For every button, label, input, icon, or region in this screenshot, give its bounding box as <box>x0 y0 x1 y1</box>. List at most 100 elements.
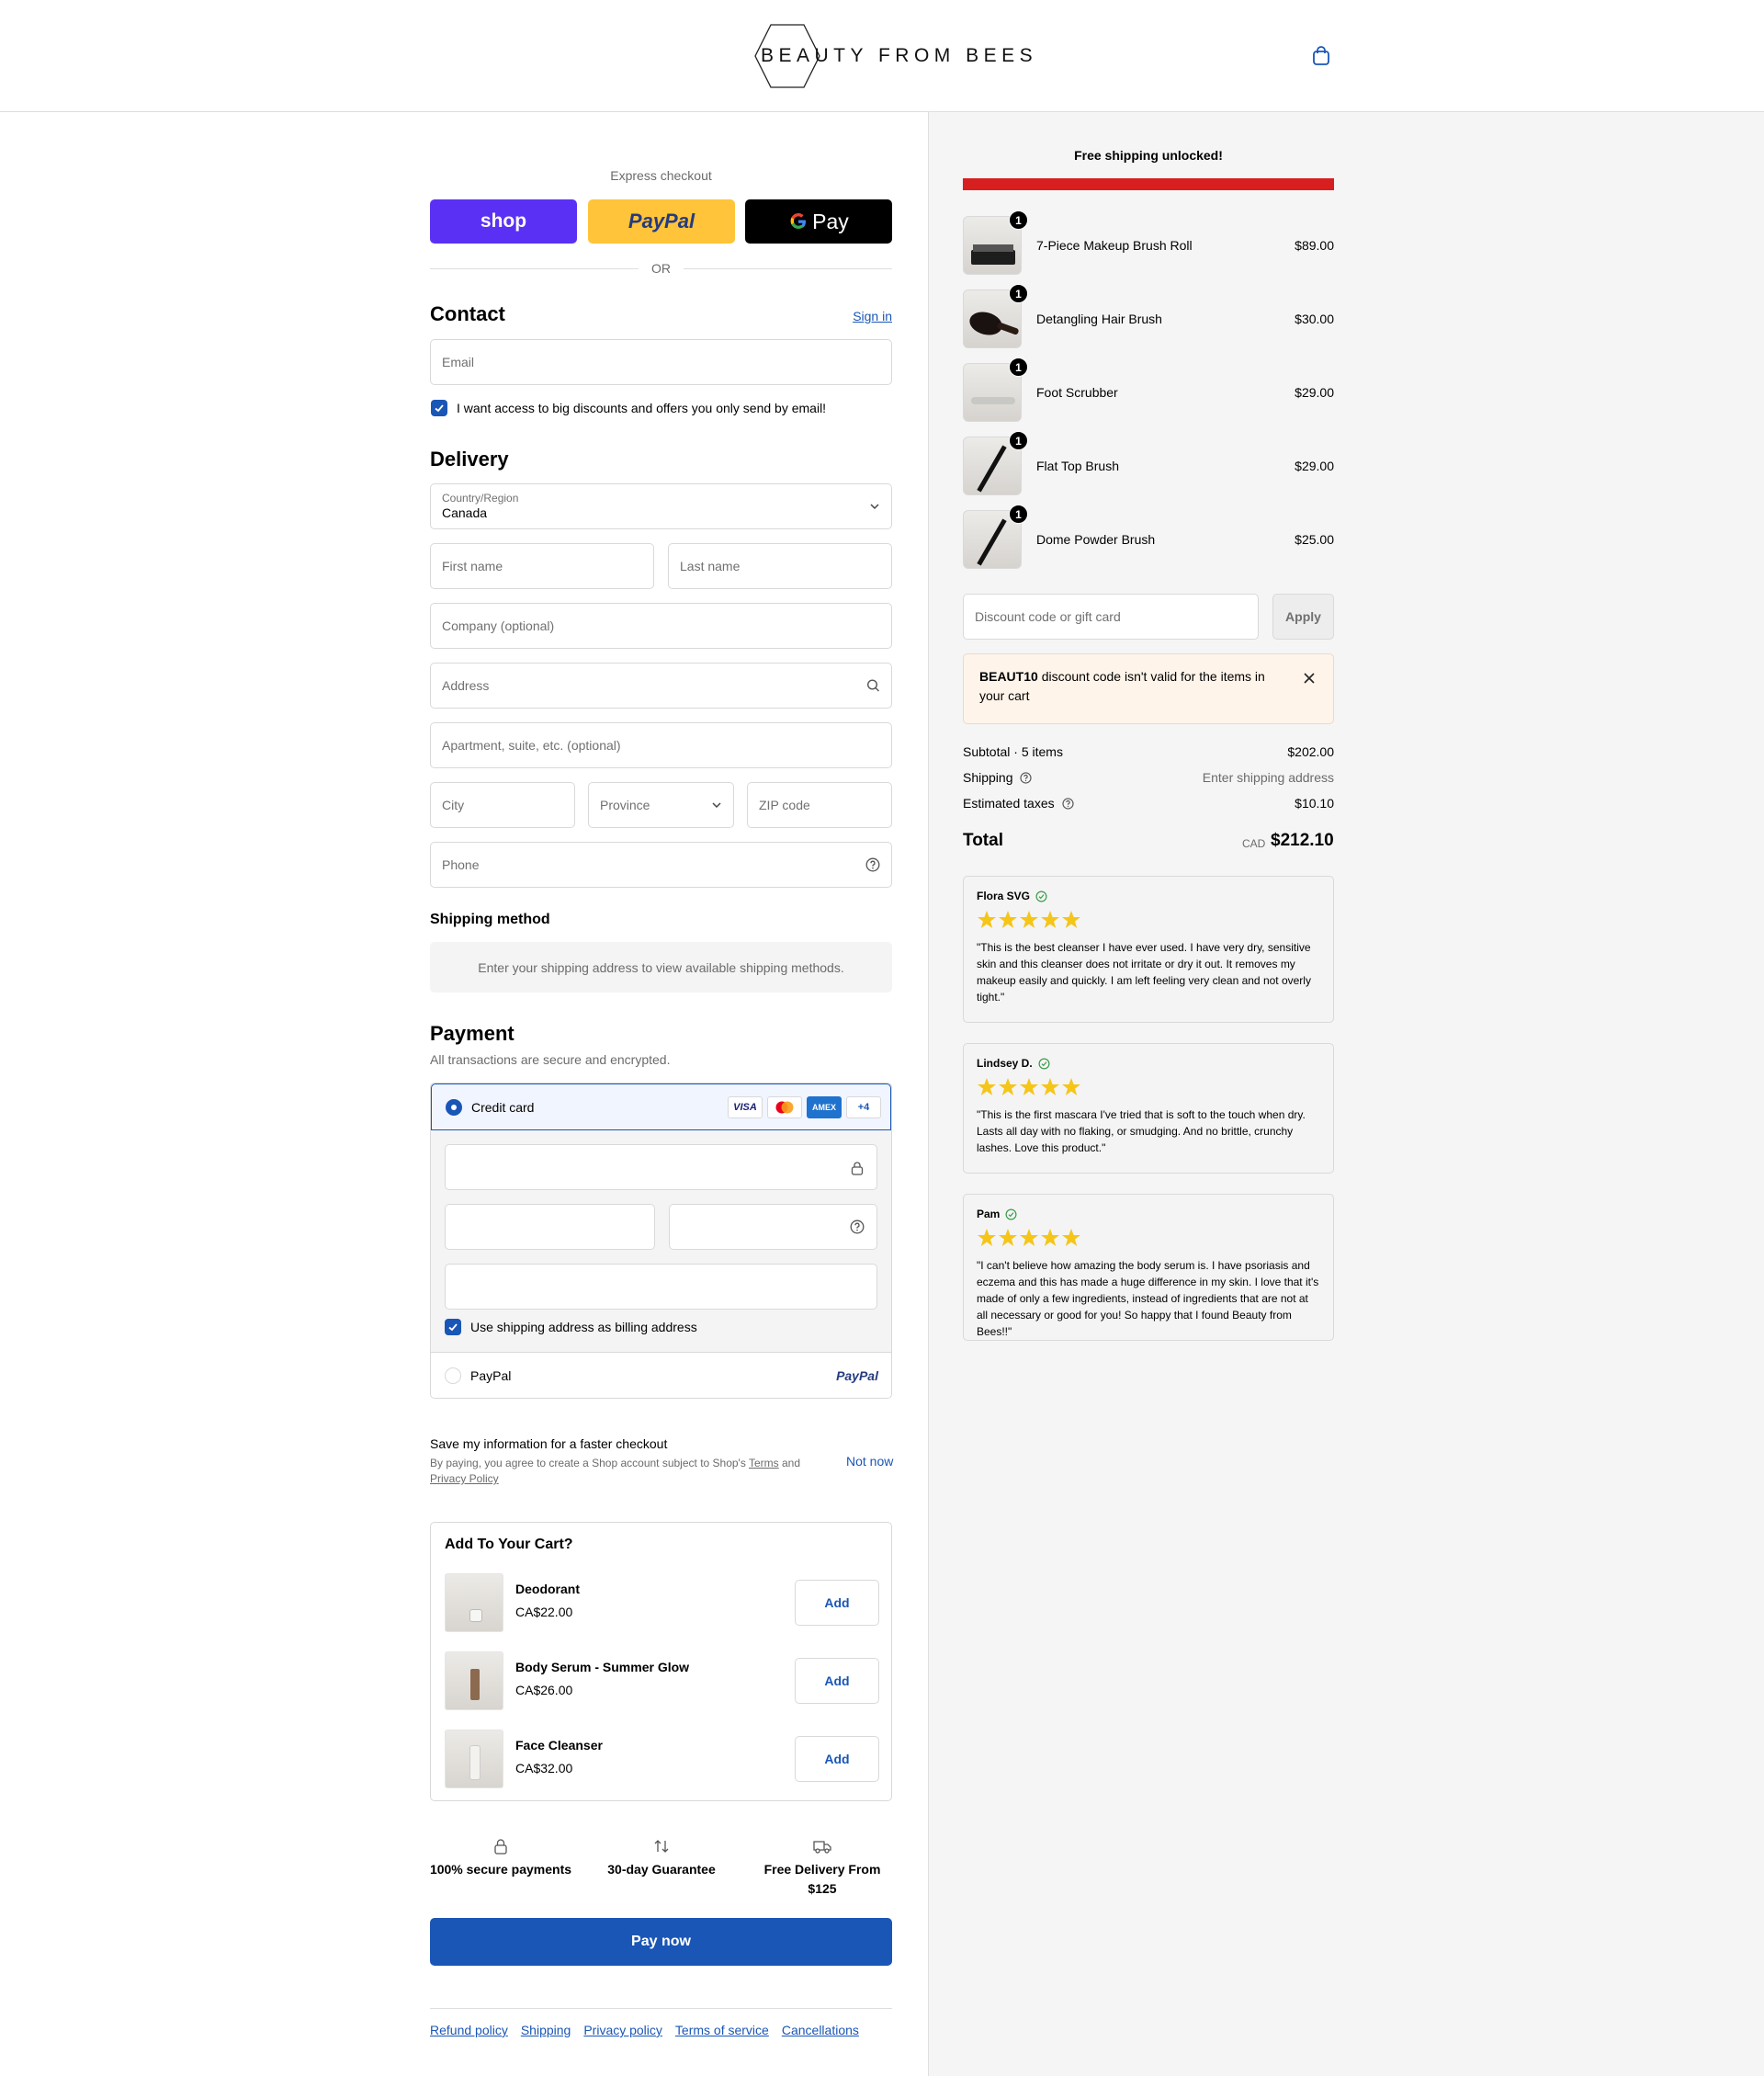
province-select[interactable]: Province <box>588 782 734 828</box>
reviewer: Lindsey D. <box>977 1057 1320 1070</box>
footer-links: Refund policy Shipping Privacy policy Te… <box>430 2023 859 2037</box>
trust-badge: 100% secure payments <box>427 1838 574 1879</box>
sign-in-link[interactable]: Sign in <box>853 309 892 323</box>
apply-discount-button[interactable]: Apply <box>1272 594 1334 640</box>
trust-badge: 30-day Guarantee <box>588 1838 735 1879</box>
face-cleanser-image <box>445 1730 503 1788</box>
verified-check-icon <box>1005 1208 1017 1220</box>
billing-address-checkbox[interactable] <box>445 1319 461 1335</box>
company-field[interactable]: Company (optional) <box>430 603 892 649</box>
phone-field[interactable]: Phone <box>430 842 892 888</box>
paypal-label: PayPal <box>628 210 695 233</box>
five-stars-icon <box>978 1229 1080 1246</box>
paypal-radio[interactable] <box>445 1367 461 1384</box>
apartment-field[interactable]: Apartment, suite, etc. (optional) <box>430 722 892 768</box>
help-circle-icon[interactable] <box>1020 772 1032 784</box>
save-info-sub-text: By paying, you agree to create a Shop ac… <box>430 1457 746 1469</box>
discount-placeholder: Discount code or gift card <box>975 609 1121 624</box>
add-face-cleanser-button[interactable]: Add <box>795 1736 879 1782</box>
line-item: 1 Dome Powder Brush $25.00 <box>963 505 1334 569</box>
upsell-item-name: Body Serum - Summer Glow <box>515 1660 690 1674</box>
quantity-badge: 1 <box>1009 284 1028 303</box>
google-pay-button[interactable]: Pay <box>745 199 892 244</box>
google-pay-label: Pay <box>812 209 849 233</box>
or-divider: OR <box>430 259 892 278</box>
cancellations-link[interactable]: Cancellations <box>782 2023 859 2037</box>
marketing-label: I want access to big discounts and offer… <box>457 401 827 415</box>
checkmark-icon <box>435 404 444 413</box>
first-name-field[interactable]: First name <box>430 543 654 589</box>
name-on-card-field[interactable] <box>445 1264 877 1310</box>
paypal-logo-icon: PayPal <box>836 1368 878 1383</box>
shipping-label: Shipping <box>963 770 1013 785</box>
address-field[interactable]: Address <box>430 663 892 709</box>
review-card: Flora SVG "This is the best cleanser I h… <box>963 876 1334 1023</box>
mastercard-icon <box>767 1096 802 1118</box>
shipping-method-text: Enter your shipping address to view avai… <box>478 959 844 975</box>
upsell-item-name: Face Cleanser <box>515 1738 603 1753</box>
upsell-item-price: CA$26.00 <box>515 1683 573 1697</box>
shipping-label-group: Shipping <box>963 770 1032 785</box>
review-text: "This is the first mascara I've tried th… <box>977 1108 1306 1154</box>
city-placeholder: City <box>442 798 465 812</box>
card-number-field[interactable] <box>445 1144 877 1190</box>
subtotal-value: $202.00 <box>1287 744 1334 759</box>
add-deodorant-button[interactable]: Add <box>795 1580 879 1626</box>
upsell-panel: Add To Your Cart? Deodorant CA$22.00 Add… <box>430 1522 892 1801</box>
save-info-terms: By paying, you agree to create a Shop ac… <box>430 1456 825 1487</box>
not-now-button[interactable]: Not now <box>846 1454 893 1469</box>
upsell-item-name: Deodorant <box>515 1582 580 1596</box>
credit-card-option[interactable]: Credit card VISA AMEX +4 <box>431 1083 891 1130</box>
item-price: $89.00 <box>1295 238 1334 253</box>
upsell-title: Add To Your Cart? <box>445 1537 573 1552</box>
shopping-bag-icon[interactable] <box>1310 45 1332 67</box>
add-body-serum-button[interactable]: Add <box>795 1658 879 1704</box>
terms-of-service-link[interactable]: Terms of service <box>675 2023 769 2037</box>
upsell-item-price: CA$32.00 <box>515 1761 573 1775</box>
line-item: 1 Detangling Hair Brush $30.00 <box>963 284 1334 348</box>
first-name-placeholder: First name <box>442 559 503 573</box>
apartment-placeholder: Apartment, suite, etc. (optional) <box>442 738 621 753</box>
shop-pay-button[interactable]: shop <box>430 199 577 244</box>
paypal-option[interactable]: PayPal PayPal <box>431 1352 891 1398</box>
pay-now-button[interactable]: Pay now <box>430 1918 892 1966</box>
brand-name: BEAUTY FROM BEES <box>761 45 1038 66</box>
taxes-label-group: Estimated taxes <box>963 796 1074 811</box>
credit-card-radio[interactable] <box>446 1098 462 1116</box>
privacy-policy-link[interactable]: Privacy policy <box>583 2023 662 2037</box>
help-circle-icon[interactable] <box>865 857 880 872</box>
google-g-icon <box>790 213 807 229</box>
email-field[interactable]: Email <box>430 339 892 385</box>
company-placeholder: Company (optional) <box>442 618 555 633</box>
trust-label: 30-day Guarantee <box>607 1862 716 1877</box>
shop-privacy-link[interactable]: Privacy Policy <box>430 1472 499 1485</box>
paypal-express-button[interactable]: PayPal <box>588 199 735 244</box>
discount-error-alert: BEAUT10 discount code isn't valid for th… <box>963 653 1334 724</box>
brand-logo[interactable]: BEAUTY FROM BEES <box>753 23 1037 89</box>
zip-field[interactable]: ZIP code <box>747 782 892 828</box>
last-name-field[interactable]: Last name <box>668 543 892 589</box>
star-rating <box>977 1077 1320 1097</box>
reviewer-name: Lindsey D. <box>977 1057 1033 1070</box>
shop-terms-link[interactable]: Terms <box>749 1457 779 1469</box>
shipping-link[interactable]: Shipping <box>521 2023 571 2037</box>
payment-subtitle: All transactions are secure and encrypte… <box>430 1052 671 1067</box>
reviewer: Pam <box>977 1208 1320 1220</box>
marketing-checkbox[interactable] <box>431 400 447 416</box>
close-icon[interactable] <box>1304 673 1315 684</box>
body-serum-image <box>445 1651 503 1710</box>
country-select[interactable]: Country/Region Canada <box>430 483 892 529</box>
help-circle-icon[interactable] <box>1061 798 1074 810</box>
province-placeholder: Province <box>600 798 650 812</box>
refund-policy-link[interactable]: Refund policy <box>430 2023 508 2037</box>
taxes-row: Estimated taxes $10.10 <box>963 796 1334 814</box>
security-code-field[interactable] <box>669 1204 877 1250</box>
trust-label: 100% secure payments <box>429 1862 572 1877</box>
quantity-badge: 1 <box>1009 210 1028 230</box>
total-value: $212.10 <box>1271 831 1334 850</box>
discount-code-input[interactable]: Discount code or gift card <box>963 594 1259 640</box>
city-field[interactable]: City <box>430 782 575 828</box>
review-card: Pam "I can't believe how amazing the bod… <box>963 1194 1334 1341</box>
expiration-field[interactable] <box>445 1204 655 1250</box>
help-circle-icon[interactable] <box>850 1220 865 1234</box>
